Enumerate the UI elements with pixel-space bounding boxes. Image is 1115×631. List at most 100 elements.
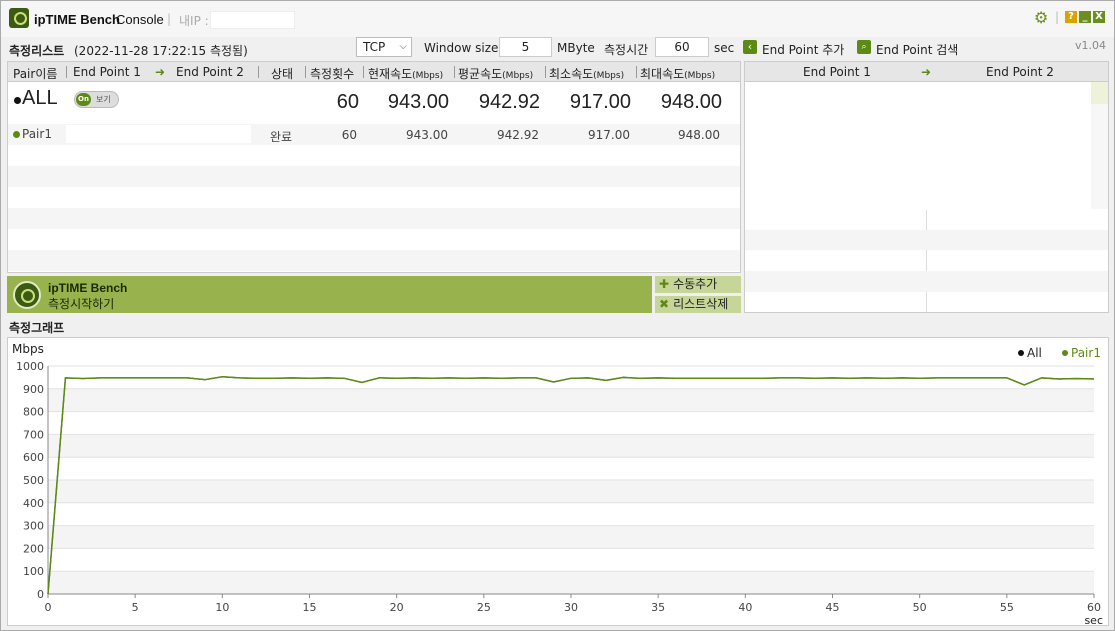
view-toggle[interactable]: On 보기 <box>74 91 119 108</box>
legend-label-all: All <box>1027 346 1042 360</box>
add-endpoint-button[interactable]: End Point 추가 <box>762 41 844 58</box>
x-tick-label: 45 <box>826 601 840 614</box>
pair-min: 917.00 <box>588 128 630 142</box>
throughput-chart: 0 100 200 300 400 500 600 700 800 900 1000 0 5 10 15 20… <box>7 337 1109 627</box>
endpoint-col-ep2: End Point 2 <box>986 65 1054 79</box>
table-row <box>8 187 740 208</box>
minimize-button[interactable]: _ <box>1079 11 1091 23</box>
all-min: 917.00 <box>569 91 631 113</box>
add-manual-label: 수동추가 <box>673 277 718 291</box>
grid-band <box>48 434 1094 458</box>
x-tick-label: 10 <box>215 601 229 614</box>
col-current-label: 현재속도 <box>368 67 413 81</box>
app-logo-icon <box>9 8 29 28</box>
pair-status: 완료 <box>270 130 293 144</box>
ip-field <box>210 11 295 29</box>
pair-name: Pair1 <box>22 127 52 141</box>
col-ep2: End Point 2 <box>176 65 244 79</box>
y-tick-label: 900 <box>23 383 44 396</box>
y-tick-label: 300 <box>23 520 44 533</box>
col-pair: Pair이름 <box>13 67 58 81</box>
chart-svg: 0 100 200 300 400 500 600 700 800 900 1000 0 5 10 15 20… <box>12 342 1103 627</box>
col-unit: (Mbps) <box>684 71 716 81</box>
measured-at: (2022-11-28 17:22:15 측정됨) <box>74 44 248 58</box>
add-manual-button[interactable]: ✚ 수동추가 <box>655 276 741 293</box>
y-axis-label: Mbps <box>12 342 44 356</box>
endpoint-row <box>745 271 1108 292</box>
col-min-label: 최소속도 <box>549 67 594 81</box>
chevron-down-icon: ⌵ <box>399 41 407 52</box>
ip-label: 내IP : <box>179 14 209 28</box>
col-unit: (Mbps) <box>502 71 534 81</box>
bench-title: ipTIME Bench <box>48 281 128 295</box>
col-max-label: 최대속도 <box>640 67 685 81</box>
col-avg: 평균속도(Mbps) <box>458 65 533 82</box>
bench-subtitle: 측정시작하기 <box>48 297 115 311</box>
table-row-all[interactable]: ALL On 보기 60 943.00 942.92 917.00 948.00 <box>8 83 740 123</box>
y-tick-label: 100 <box>23 565 44 578</box>
protocol-value: TCP <box>363 40 386 54</box>
legend-dot-all <box>1018 350 1024 356</box>
all-dot-icon <box>14 97 21 104</box>
y-tick-label: 400 <box>23 497 44 510</box>
protocol-select[interactable]: TCP ⌵ <box>356 37 412 57</box>
toggle-label: 보기 <box>96 95 111 104</box>
app-brand: ipTIME Bench <box>34 12 120 27</box>
table-row <box>8 208 740 229</box>
table-header: Pair이름 End Point 1 ➜ End Point 2 상태 측정횟수… <box>8 62 740 82</box>
endpoint-col-ep1: End Point 1 <box>803 65 871 79</box>
x-tick-label: 40 <box>738 601 752 614</box>
x-tick-label: 15 <box>303 601 317 614</box>
all-avg: 942.92 <box>478 91 540 113</box>
close-button[interactable]: X <box>1093 11 1105 23</box>
table-row <box>8 145 740 166</box>
x-tick-label: 50 <box>913 601 927 614</box>
col-divider <box>636 66 637 78</box>
arrow-right-icon: ➜ <box>921 65 932 79</box>
endpoint-divider <box>926 210 927 312</box>
all-max: 948.00 <box>660 91 722 113</box>
col-avg-label: 평균속도 <box>458 67 503 81</box>
endpoint-panel: End Point 1 ➜ End Point 2 <box>744 61 1109 313</box>
graph-title: 측정그래프 <box>9 321 65 335</box>
search-endpoint-button[interactable]: End Point 검색 <box>876 41 958 58</box>
title-bar: ipTIME Bench Console | 내IP : ⚙ | ? _ X <box>1 1 1114 37</box>
all-current: 943.00 <box>387 91 449 113</box>
col-max: 최대속도(Mbps) <box>640 65 715 82</box>
app-subtitle: Console <box>116 12 164 27</box>
start-bench-button[interactable]: ipTIME Bench 측정시작하기 <box>7 276 652 313</box>
scroll-indicator[interactable] <box>1091 82 1108 104</box>
table-row[interactable]: Pair1 완료 60 943.00 942.92 917.00 948.00 <box>8 124 740 145</box>
y-tick-label: 500 <box>23 474 44 487</box>
col-unit: (Mbps) <box>593 71 625 81</box>
pair-current: 943.00 <box>406 128 448 142</box>
gauge-icon <box>13 281 41 309</box>
pair-avg: 942.92 <box>497 128 539 142</box>
gear-icon[interactable]: ⚙ <box>1034 10 1050 26</box>
delete-list-button[interactable]: ✖ 리스트삭제 <box>655 296 741 313</box>
x-tick-label: 5 <box>132 601 139 614</box>
scroll-track[interactable] <box>1091 104 1108 209</box>
y-tick-label: 200 <box>23 542 44 555</box>
toggle-knob: On <box>76 93 91 106</box>
close-icon: ✖ <box>659 297 670 311</box>
y-tick-label: 0 <box>37 588 44 601</box>
col-ep1: End Point 1 <box>73 65 141 79</box>
table-row <box>8 229 740 250</box>
pair-max: 948.00 <box>678 128 720 142</box>
duration-input[interactable]: 60 <box>655 37 709 57</box>
table-row <box>8 250 740 271</box>
all-label: ALL <box>22 87 58 109</box>
search-icon: ⌕ <box>857 40 871 54</box>
toolbar: 측정리스트 (2022-11-28 17:22:15 측정됨) TCP ⌵ Win… <box>1 37 1114 61</box>
measure-table: Pair이름 End Point 1 ➜ End Point 2 상태 측정횟수… <box>7 61 741 273</box>
pair-dot-icon <box>13 131 20 138</box>
help-button[interactable]: ? <box>1065 11 1077 23</box>
window-size-input[interactable]: 5 <box>499 37 552 57</box>
col-divider <box>363 66 364 78</box>
col-divider <box>66 66 67 78</box>
app-window: ipTIME Bench Console | 내IP : ⚙ | ? _ X 측… <box>0 0 1115 631</box>
x-tick-label: 0 <box>45 601 52 614</box>
x-tick-label: 35 <box>651 601 665 614</box>
legend-label-pair1: Pair1 <box>1071 346 1101 360</box>
